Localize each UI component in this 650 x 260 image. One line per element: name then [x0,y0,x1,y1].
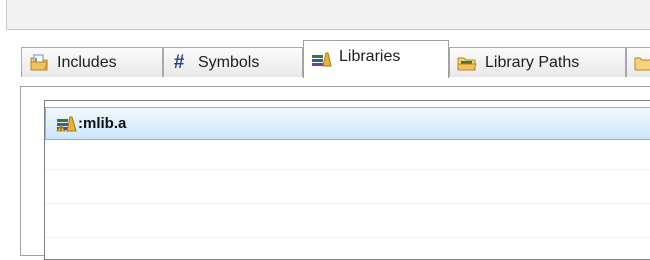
list-row-divider [45,169,650,170]
tab-library-paths[interactable]: Library Paths [449,47,626,77]
list-item-label: :mlib.a [78,115,127,132]
tab-library-paths-label: Library Paths [485,53,580,71]
tab-overflow[interactable] [626,47,650,77]
library-list[interactable]: :mlib.a [44,100,650,260]
list-item[interactable]: :mlib.a [45,107,650,140]
libraries-icon [310,48,332,70]
tab-libraries-label: Libraries [339,48,401,65]
top-panel [6,0,650,30]
library-paths-icon [456,52,478,74]
tab-includes-label: Includes [57,53,117,71]
folder-icon [633,52,650,74]
tab-symbols[interactable]: # Symbols [163,47,303,77]
tab-symbols-label: Symbols [198,53,260,71]
library-file-icon [56,113,78,135]
tab-libraries[interactable]: Libraries [303,40,449,78]
top-area [0,0,650,32]
tab-strip: Includes # Symbols Libraries Library Pat… [0,40,650,88]
list-row-divider [45,203,650,204]
hash-icon: # [173,51,185,73]
includes-icon [28,52,50,74]
list-row-divider [45,237,650,238]
tab-includes[interactable]: Includes [21,47,163,77]
